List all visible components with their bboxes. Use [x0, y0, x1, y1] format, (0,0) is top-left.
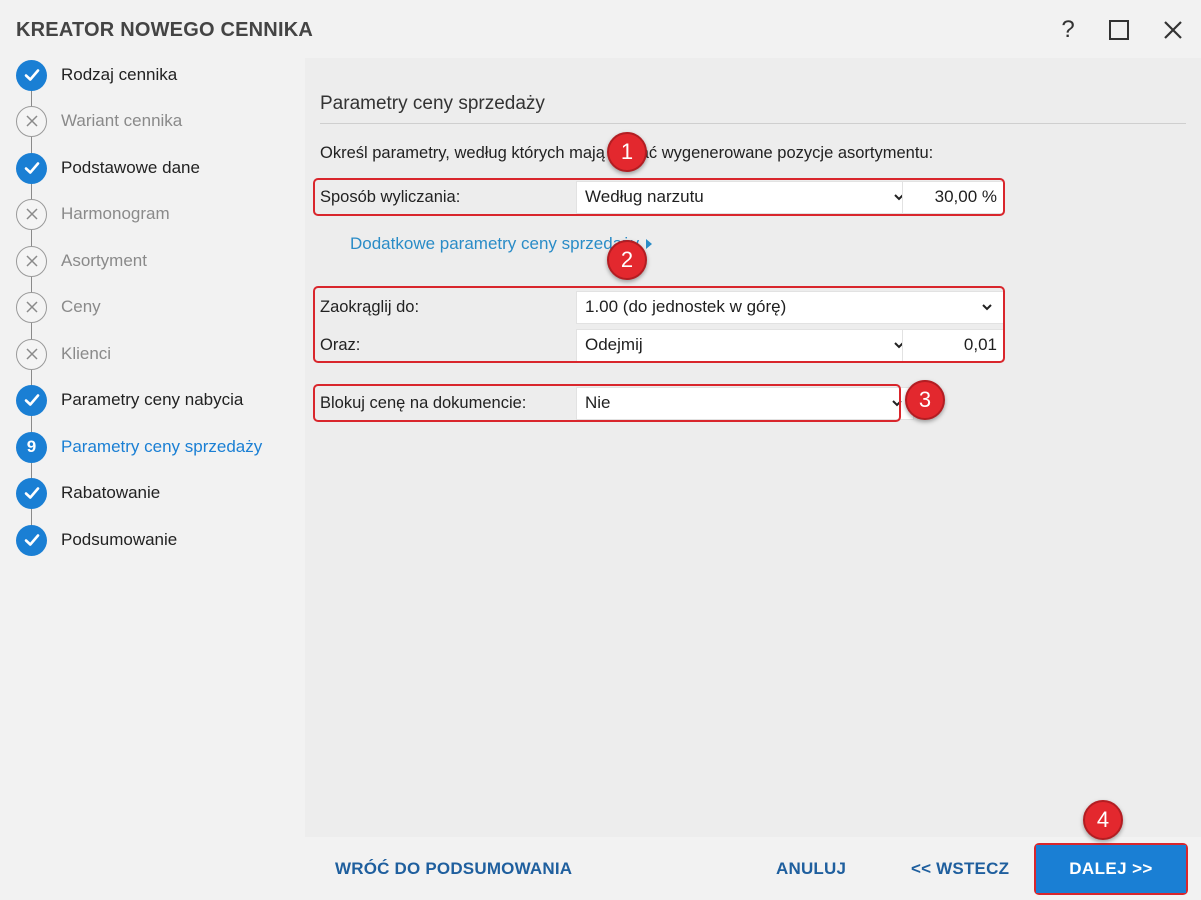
step-klienci[interactable]: Klienci	[16, 338, 296, 370]
step-label: Klienci	[61, 344, 112, 363]
step-label: Harmonogram	[61, 204, 170, 223]
close-button[interactable]	[1155, 12, 1191, 48]
check-icon	[16, 384, 47, 416]
skipped-x-icon	[16, 198, 47, 230]
skipped-x-icon	[16, 338, 47, 370]
step-number-badge: 9	[16, 431, 47, 463]
wizard-steps-sidebar: Rodzaj cennika Wariant cennika Podstawow…	[0, 58, 305, 900]
maximize-icon	[1109, 20, 1129, 40]
highlight-box-3	[313, 384, 901, 422]
skipped-x-icon	[16, 245, 47, 277]
additional-params-link[interactable]: Dodatkowe parametry ceny sprzedaży	[350, 234, 653, 254]
highlight-box-1	[313, 178, 1005, 216]
step-podsumowanie[interactable]: Podsumowanie	[16, 524, 296, 556]
step-rodzaj-cennika[interactable]: Rodzaj cennika	[16, 59, 296, 91]
step-harmonogram[interactable]: Harmonogram	[16, 198, 296, 230]
highlight-box-2	[313, 286, 1005, 363]
check-icon	[16, 524, 47, 556]
step-label: Ceny	[61, 297, 101, 316]
back-button[interactable]: << WSTECZ	[911, 859, 1009, 879]
cancel-button[interactable]: ANULUJ	[776, 859, 846, 879]
wizard-footer: WRÓĆ DO PODSUMOWANIA ANULUJ << WSTECZ DA…	[305, 837, 1201, 900]
help-icon: ?	[1061, 16, 1075, 43]
help-button[interactable]: ?	[1050, 12, 1086, 48]
step-asortyment[interactable]: Asortyment	[16, 245, 296, 277]
step-label: Rodzaj cennika	[61, 65, 178, 84]
next-button[interactable]: DALEJ >>	[1036, 845, 1186, 893]
close-icon	[1164, 21, 1182, 39]
additional-params-label: Dodatkowe parametry ceny sprzedaży	[350, 234, 640, 253]
annotation-marker-3: 3	[905, 380, 945, 420]
title-bar: KREATOR NOWEGO CENNIKA ?	[0, 0, 1201, 58]
expand-arrow-icon	[646, 239, 653, 249]
maximize-button[interactable]	[1101, 12, 1137, 48]
back-to-summary-button[interactable]: WRÓĆ DO PODSUMOWANIA	[335, 859, 572, 879]
section-title: Parametry ceny sprzedaży	[320, 93, 545, 114]
annotation-marker-1: 1	[607, 132, 647, 172]
skipped-x-icon	[16, 105, 47, 137]
window-title: KREATOR NOWEGO CENNIKA	[16, 19, 313, 41]
step-label: Wariant cennika	[61, 111, 183, 130]
step-label: Podsumowanie	[61, 530, 178, 549]
step-label: Parametry ceny sprzedaży	[61, 437, 263, 456]
check-icon	[16, 477, 47, 509]
step-label: Rabatowanie	[61, 483, 161, 502]
step-parametry-ceny-sprzedazy[interactable]: 9 Parametry ceny sprzedaży	[16, 431, 296, 463]
check-icon	[16, 59, 47, 91]
step-ceny[interactable]: Ceny	[16, 291, 296, 323]
skipped-x-icon	[16, 291, 47, 323]
step-podstawowe-dane[interactable]: Podstawowe dane	[16, 152, 296, 184]
step-rabatowanie[interactable]: Rabatowanie	[16, 477, 296, 509]
section-divider	[320, 123, 1186, 124]
step-parametry-ceny-nabycia[interactable]: Parametry ceny nabycia	[16, 384, 296, 416]
check-icon	[16, 152, 47, 184]
main-panel: Parametry ceny sprzedaży Określ parametr…	[305, 58, 1201, 837]
step-label: Podstawowe dane	[61, 158, 200, 177]
step-label: Parametry ceny nabycia	[61, 390, 244, 409]
step-label: Asortyment	[61, 251, 147, 270]
step-wariant-cennika[interactable]: Wariant cennika	[16, 105, 296, 137]
annotation-marker-4: 4	[1083, 800, 1123, 840]
annotation-marker-2: 2	[607, 240, 647, 280]
